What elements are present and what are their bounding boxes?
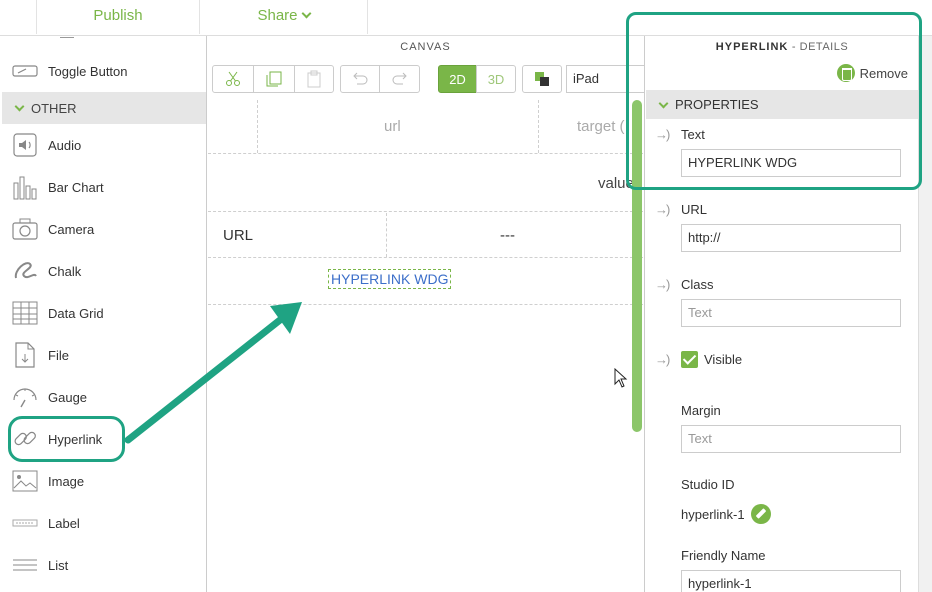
canvas-toolbar: 2D 3D iPad xyxy=(208,58,646,100)
edit-studio-id-icon[interactable] xyxy=(751,504,771,524)
publish-label: Publish xyxy=(93,7,143,24)
palette-item-label: Bar Chart xyxy=(48,179,104,195)
palette-item-label: Gauge xyxy=(48,389,88,405)
grid-cell-url-value[interactable]: --- xyxy=(500,213,515,257)
layers-icon xyxy=(535,72,549,86)
palette-item-label: File xyxy=(48,347,69,363)
audio-icon xyxy=(12,132,38,158)
mouse-pointer-icon xyxy=(614,368,628,388)
grid-row-value: value xyxy=(208,155,643,212)
paste-button[interactable] xyxy=(294,65,334,93)
class-property-label: Class xyxy=(681,277,714,292)
annotation-highlight-hyperlink xyxy=(8,416,125,462)
cut-button[interactable] xyxy=(212,65,254,93)
mode-2d-button[interactable]: 2D xyxy=(438,65,477,93)
undo-icon xyxy=(353,72,368,85)
image-icon xyxy=(12,468,38,494)
grid-cell-url[interactable]: url xyxy=(384,100,401,153)
palette-item-label: Audio xyxy=(48,137,82,153)
scissors-icon xyxy=(226,71,240,86)
palette-section-other[interactable]: OTHER xyxy=(2,92,206,124)
studio-id-label: Studio ID xyxy=(681,477,735,492)
bar-chart-icon xyxy=(12,174,38,200)
visible-checkbox[interactable] xyxy=(681,351,698,368)
share-button[interactable]: Share xyxy=(200,0,368,34)
redo-button[interactable] xyxy=(379,65,420,93)
canvas-title: CANVAS xyxy=(400,41,451,53)
copy-button[interactable] xyxy=(253,65,295,93)
layers-button[interactable] xyxy=(522,65,562,93)
share-label: Share xyxy=(257,7,298,24)
file-icon xyxy=(12,342,38,368)
palette-item-label: Data Grid xyxy=(48,305,104,321)
palette-item-chalk[interactable]: Chalk xyxy=(0,250,206,292)
list-icon xyxy=(12,552,38,578)
grid-cell-target[interactable]: target ( xyxy=(577,100,625,153)
palette-item-label: Chalk xyxy=(48,263,82,279)
palette-item-label: Image xyxy=(48,473,85,489)
mode-3d-button[interactable]: 3D xyxy=(476,65,516,93)
mode-2d-label: 2D xyxy=(449,71,466,87)
url-property-input[interactable]: http:// xyxy=(681,224,901,252)
toggle-button-icon xyxy=(12,58,38,84)
redo-icon xyxy=(392,72,407,85)
hyperlink-widget[interactable]: HYPERLINK WDG xyxy=(328,269,452,289)
gauge-icon xyxy=(12,384,38,410)
palette-item-label: Toggle Button xyxy=(48,63,128,79)
grid-row-header: url target ( xyxy=(208,100,643,154)
margin-property-input[interactable]: Text xyxy=(681,425,901,453)
palette-item-label: Camera xyxy=(48,221,95,237)
binding-arrow-icon[interactable]: →) xyxy=(655,277,670,292)
camera-icon xyxy=(12,216,38,242)
palette-item-bar-chart[interactable]: Bar Chart xyxy=(0,166,206,208)
palette-item-toggle-button[interactable]: Toggle Button xyxy=(0,50,206,92)
grid-row-url: URL --- xyxy=(208,213,643,258)
chalk-icon xyxy=(12,258,38,284)
url-property-label: URL xyxy=(681,202,708,217)
publish-button[interactable]: Publish xyxy=(36,0,200,34)
label-icon xyxy=(12,510,38,536)
palette-item-list[interactable]: List xyxy=(0,544,206,586)
palette-item-audio[interactable]: Audio xyxy=(0,124,206,166)
palette-item-label: Label xyxy=(48,515,80,531)
palette-item-label-widget[interactable]: Label xyxy=(0,502,206,544)
palette-item-image[interactable]: Image xyxy=(0,460,206,502)
undo-button[interactable] xyxy=(340,65,380,93)
palette-item-label: List xyxy=(48,557,69,573)
copy-icon xyxy=(266,71,282,87)
annotation-arrow-icon xyxy=(124,302,302,444)
annotation-highlight-details xyxy=(626,12,922,190)
visible-property-label: Visible xyxy=(704,352,743,367)
partial-item-top xyxy=(60,36,74,38)
binding-arrow-icon[interactable]: →) xyxy=(655,202,670,217)
grid-cell-url-label[interactable]: URL xyxy=(223,213,253,257)
studio-id-value: hyperlink-1 xyxy=(681,507,745,522)
palette-item-camera[interactable]: Camera xyxy=(0,208,206,250)
section-label: OTHER xyxy=(31,100,77,116)
data-grid-icon xyxy=(12,300,38,326)
chevron-down-icon xyxy=(301,8,311,19)
binding-arrow-icon[interactable]: →) xyxy=(655,352,670,367)
friendly-name-label: Friendly Name xyxy=(681,548,766,563)
chevron-down-icon xyxy=(14,101,25,112)
paste-icon xyxy=(307,70,321,88)
mode-3d-label: 3D xyxy=(487,71,505,87)
margin-property-label: Margin xyxy=(681,403,721,418)
friendly-name-input[interactable]: hyperlink-1 xyxy=(681,570,901,592)
class-property-input[interactable]: Text xyxy=(681,299,901,327)
